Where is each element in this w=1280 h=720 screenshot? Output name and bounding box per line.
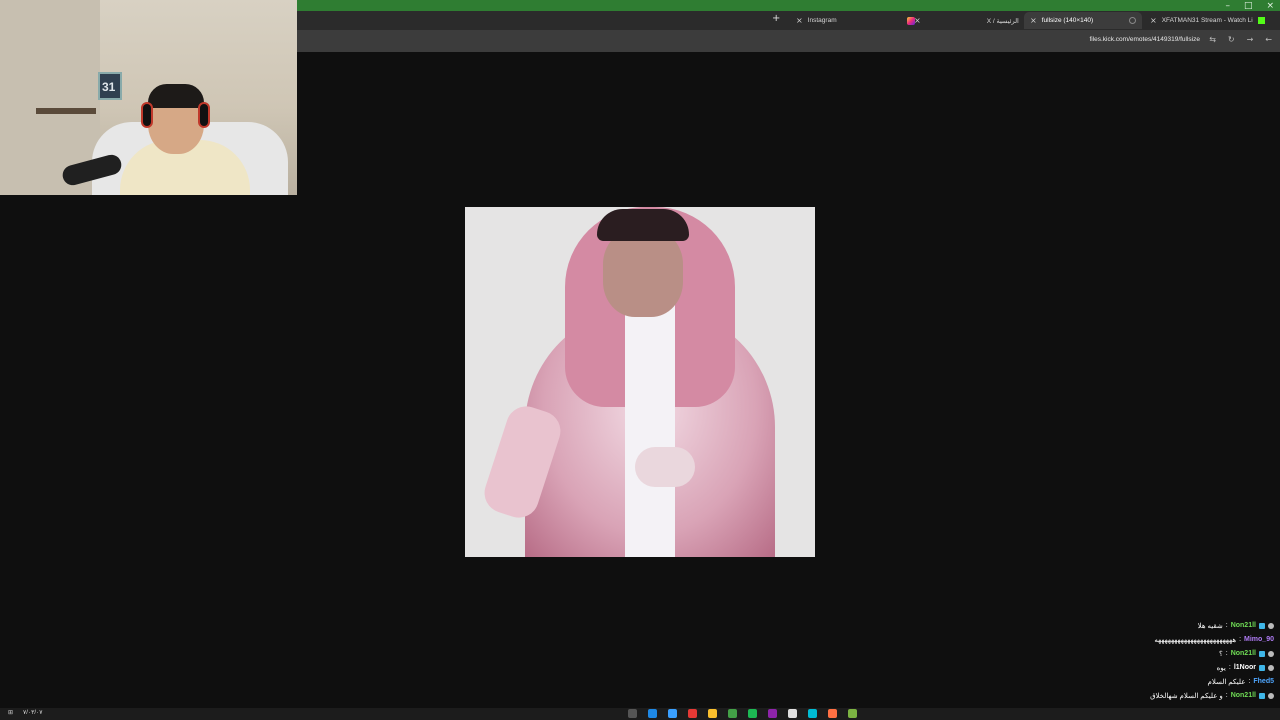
- taskbar-app-icons: [628, 709, 857, 718]
- moderator-badge-icon: [1268, 650, 1274, 657]
- shelf: [36, 108, 96, 114]
- tab-label: X / الرئيسية: [986, 17, 1019, 25]
- close-tab-icon[interactable]: ×: [1030, 16, 1037, 25]
- wall-number: 31: [102, 80, 116, 94]
- chat-message: ههههههههههههههههههههههههه: Mimo_90: [1124, 634, 1274, 645]
- close-tab-icon[interactable]: ×: [1150, 16, 1157, 25]
- chat-username[interactable]: Non21ll: [1231, 692, 1256, 699]
- chat-message-text: يوه: [1216, 664, 1226, 672]
- taskbar-date: ٧/٠٣/٠٧: [23, 710, 43, 716]
- chat-message: و عليكم السلام شهالخلاق: Non21ll: [1124, 690, 1274, 701]
- chat-username[interactable]: Fhed5: [1253, 678, 1274, 685]
- kick-icon: [1257, 17, 1265, 24]
- taskbar-app-icon[interactable]: [728, 709, 737, 718]
- close-window-button[interactable]: ×: [1266, 1, 1274, 11]
- chat-username[interactable]: Mimo_90: [1244, 636, 1274, 643]
- taskbar-left: ⊞ ٧/٠٣/٠٧: [8, 709, 42, 716]
- moderator-badge-icon: [1268, 622, 1274, 629]
- nav-controls: ⇆ ↻ → ←: [1209, 35, 1272, 44]
- subscriber-badge-icon: [1259, 692, 1265, 699]
- chat-message-text: عليكم السلام: [1207, 678, 1246, 686]
- taskbar-app-icon[interactable]: [628, 709, 637, 718]
- chat-separator: :: [1225, 650, 1228, 657]
- back-icon[interactable]: ←: [1265, 35, 1272, 44]
- streamer-hair: [148, 84, 204, 108]
- url-field[interactable]: files.kick.com/emotes/4149319/fullsize: [1089, 36, 1200, 43]
- taskbar-app-icon[interactable]: [768, 709, 777, 718]
- new-tab-button[interactable]: +: [772, 13, 780, 24]
- chat-message-text: شقيه هلا: [1197, 622, 1223, 630]
- tab-x-home[interactable]: × X / الرئيسية 𝕏: [908, 12, 1036, 29]
- taskbar-app-icon[interactable]: [688, 709, 697, 718]
- headphone-left-icon: [141, 102, 153, 128]
- spinner-icon: [1129, 17, 1136, 24]
- close-tab-icon[interactable]: ×: [914, 16, 921, 25]
- window-controls: – □ ×: [1225, 0, 1274, 11]
- chat-separator: :: [1248, 678, 1251, 685]
- emote-hair: [597, 209, 689, 241]
- chat-message: شقيه هلا: Non21ll: [1124, 620, 1274, 631]
- chat-separator: :: [1225, 622, 1228, 629]
- emote-thobe: [625, 302, 675, 557]
- maximize-button[interactable]: □: [1244, 1, 1253, 11]
- screen: – □ × + × Instagram × X / الرئيسية 𝕏 × f…: [0, 0, 1280, 720]
- tab-label: Instagram: [807, 17, 837, 24]
- chat-overlay: شقيه هلا: Non21ll هههههههههههههههههههههههه…: [1124, 620, 1274, 701]
- taskbar-app-icon[interactable]: [808, 709, 817, 718]
- chat-message-text: ؟: [1219, 650, 1223, 658]
- subscriber-badge-icon: [1259, 650, 1265, 657]
- chat-message-text: و عليكم السلام شهالخلاق: [1150, 692, 1223, 700]
- taskbar-app-icon[interactable]: [748, 709, 757, 718]
- forward-icon[interactable]: →: [1247, 35, 1254, 44]
- tab-fullsize[interactable]: × fullsize (140×140): [1024, 12, 1142, 29]
- tab-kick-stream[interactable]: × XFATMAN31 Stream - Watch Li: [1144, 12, 1271, 29]
- subscriber-badge-icon: [1259, 664, 1265, 671]
- start-icon[interactable]: ⊞: [8, 709, 13, 716]
- chat-username[interactable]: Non21ll: [1231, 650, 1256, 657]
- taskbar-app-icon[interactable]: [668, 709, 677, 718]
- chat-username[interactable]: Non21ll: [1231, 622, 1256, 629]
- taskbar-app-icon[interactable]: [828, 709, 837, 718]
- tab-label: XFATMAN31 Stream - Watch Li: [1161, 17, 1253, 24]
- chat-separator: :: [1225, 692, 1228, 699]
- emote-hand: [635, 447, 695, 487]
- webcam-overlay: 31: [0, 0, 297, 195]
- tab-label: fullsize (140×140): [1041, 17, 1094, 24]
- chat-username[interactable]: l1Noor: [1234, 664, 1256, 671]
- chat-separator: :: [1239, 636, 1242, 643]
- moderator-badge-icon: [1268, 664, 1274, 671]
- taskbar-app-icon[interactable]: [648, 709, 657, 718]
- chat-message: عليكم السلام: Fhed5: [1124, 676, 1275, 687]
- chat-message: ؟: Non21ll: [1124, 648, 1274, 659]
- chat-separator: :: [1228, 664, 1231, 671]
- taskbar-app-icon[interactable]: [848, 709, 857, 718]
- taskbar-app-icon[interactable]: [708, 709, 717, 718]
- tab-instagram[interactable]: × Instagram: [790, 12, 921, 29]
- headphone-right-icon: [198, 102, 210, 128]
- reload-icon[interactable]: ↻: [1228, 35, 1235, 44]
- minimize-button[interactable]: –: [1225, 1, 1230, 11]
- close-tab-icon[interactable]: ×: [796, 16, 803, 25]
- translate-icon[interactable]: ⇆: [1209, 35, 1216, 44]
- taskbar-app-icon[interactable]: [788, 709, 797, 718]
- subscriber-badge-icon: [1259, 622, 1265, 629]
- moderator-badge-icon: [1268, 692, 1274, 699]
- chat-message: يوه: l1Noor: [1124, 662, 1274, 673]
- emote-face: [603, 229, 683, 317]
- emote-image: [465, 207, 815, 557]
- chat-message-text: ههههههههههههههههههههههههه: [1154, 636, 1237, 644]
